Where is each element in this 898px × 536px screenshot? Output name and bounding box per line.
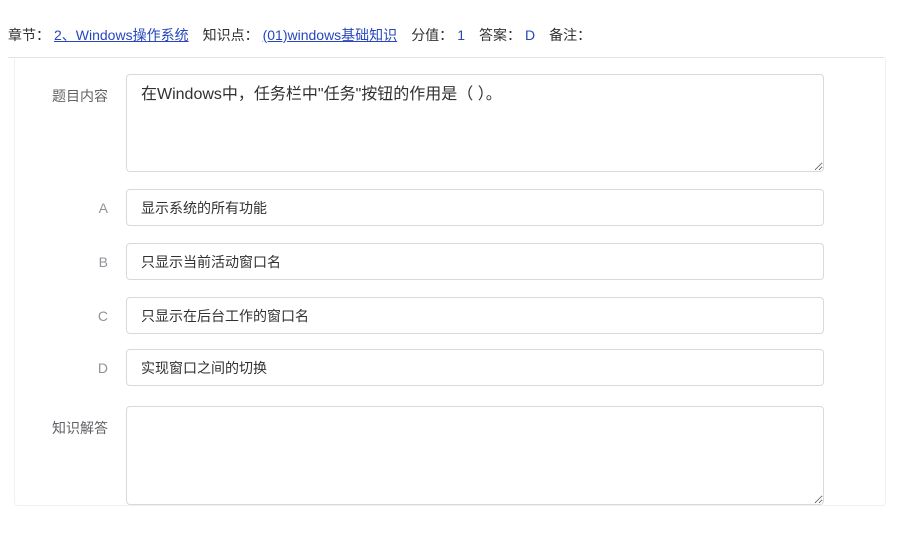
score-label: 分值：	[411, 25, 453, 45]
chapter-link[interactable]: 2、Windows操作系统	[54, 25, 189, 45]
option-b-control	[126, 243, 824, 280]
option-b-label: B	[15, 252, 126, 272]
chapter-label: 章节：	[8, 25, 50, 45]
option-row-b: B	[15, 243, 824, 280]
option-c-input[interactable]	[126, 297, 824, 334]
option-row-c: C	[15, 297, 824, 334]
form-row-answer-explanation: 知识解答	[15, 406, 824, 505]
knowledge-point-group: 知识点： (01)windows基础知识	[203, 25, 398, 45]
question-content-control: 在Windows中，任务栏中"任务"按钮的作用是（ ）。	[126, 74, 824, 172]
answer-explanation-label: 知识解答	[15, 406, 126, 438]
question-content-textarea[interactable]: 在Windows中，任务栏中"任务"按钮的作用是（ ）。	[126, 74, 824, 172]
knowledge-point-link[interactable]: (01)windows基础知识	[263, 25, 398, 45]
question-content-label: 题目内容	[15, 74, 126, 106]
form-row-question: 题目内容 在Windows中，任务栏中"任务"按钮的作用是（ ）。	[15, 74, 824, 172]
answer-explanation-textarea[interactable]	[126, 406, 824, 505]
option-c-label: C	[15, 306, 126, 326]
question-meta-bar: 章节： 2、Windows操作系统 知识点： (01)windows基础知识 分…	[8, 0, 885, 58]
answer-value: D	[525, 27, 535, 43]
option-d-input[interactable]	[126, 349, 824, 386]
option-a-input[interactable]	[126, 189, 824, 226]
option-d-control	[126, 349, 824, 386]
option-a-control	[126, 189, 824, 226]
answer-group: 答案： D	[479, 25, 535, 45]
option-c-control	[126, 297, 824, 334]
question-detail-panel: 题目内容 在Windows中，任务栏中"任务"按钮的作用是（ ）。 A B C …	[14, 59, 886, 506]
chapter-group: 章节： 2、Windows操作系统	[8, 25, 189, 45]
option-row-a: A	[15, 189, 824, 226]
answer-explanation-control	[126, 406, 824, 505]
score-value: 1	[457, 27, 465, 43]
remark-group: 备注：	[549, 25, 595, 45]
option-a-label: A	[15, 198, 126, 218]
option-row-d: D	[15, 349, 824, 386]
option-b-input[interactable]	[126, 243, 824, 280]
answer-label: 答案：	[479, 25, 521, 45]
option-d-label: D	[15, 358, 126, 378]
remark-label: 备注：	[549, 25, 591, 45]
knowledge-point-label: 知识点：	[203, 25, 259, 45]
score-group: 分值： 1	[411, 25, 465, 45]
